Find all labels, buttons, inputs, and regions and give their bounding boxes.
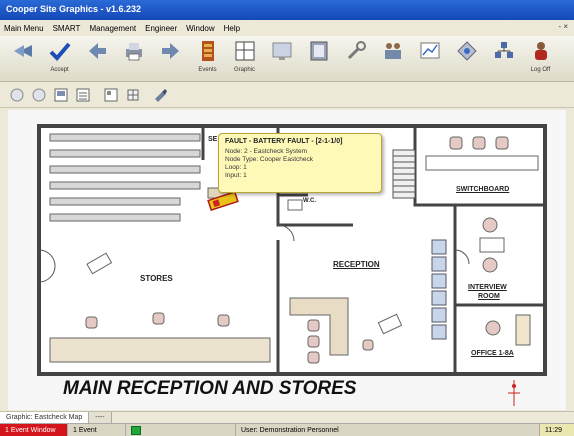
graphic-button[interactable]: Graphic — [226, 36, 263, 80]
status-blank — [146, 423, 236, 436]
chart-button[interactable] — [411, 36, 448, 80]
people-icon — [384, 43, 401, 59]
menu-management[interactable]: Management — [89, 24, 136, 33]
menu-engineer[interactable]: Engineer — [145, 24, 177, 33]
window-controls[interactable]: - × — [558, 22, 568, 31]
room-label-partial: SE — [208, 136, 218, 143]
tooltip-line: Node: 2 - Eastcheck System — [225, 148, 308, 155]
back-button[interactable] — [4, 36, 41, 80]
grid-button[interactable] — [124, 86, 142, 104]
chart-icon — [420, 42, 439, 59]
events-label: Events — [198, 67, 217, 73]
room-label-wc: W.C. — [303, 198, 316, 204]
graphic-icon — [235, 41, 254, 61]
view-button[interactable] — [52, 86, 70, 104]
grid-icon — [127, 89, 139, 100]
zoom-in-button[interactable] — [30, 86, 48, 104]
tooltip-line: Input: 1 — [225, 172, 247, 179]
graphics-toolbar — [0, 82, 574, 108]
users-button[interactable] — [485, 36, 522, 80]
panel-button[interactable] — [300, 36, 337, 80]
stairs — [392, 149, 416, 199]
room-label-switchboard: SWITCHBOARD — [456, 186, 510, 193]
title-bar: Cooper Site Graphics - v1.6.232 — [0, 0, 574, 20]
monitor-button[interactable] — [263, 36, 300, 80]
checkmark-icon — [49, 42, 71, 61]
print-button[interactable] — [115, 36, 152, 80]
user-status: User: Demonstration Personnel — [236, 423, 540, 436]
events-button[interactable]: Events — [189, 36, 226, 80]
store-counter — [49, 337, 271, 363]
tooltip-line: Loop: 1 — [225, 164, 247, 171]
network-button[interactable] — [448, 36, 485, 80]
logoff-button[interactable]: Log Off — [522, 36, 559, 80]
map-icon — [104, 88, 118, 101]
graphic-label: Graphic — [233, 67, 255, 73]
tool-icon — [155, 88, 167, 102]
layers-icon — [76, 88, 90, 101]
fault-tooltip: FAULT - BATTERY FAULT - [2-1-1/0] Node: … — [218, 133, 382, 193]
status-bar: 1 Event Window 1 Event User: Demonstrati… — [0, 423, 574, 436]
map-button[interactable] — [102, 86, 120, 104]
app-window: Cooper Site Graphics - v1.6.232 Main Men… — [0, 0, 574, 436]
tab-eastcheck-map[interactable]: Graphic: Eastcheck Map — [0, 412, 90, 423]
logoff-icon — [534, 42, 547, 60]
main-toolbar: Accept Events Graphic Log Off — [0, 36, 574, 82]
menu-smart[interactable]: SMART — [53, 24, 81, 33]
view-icon — [54, 88, 68, 101]
graphic-tabs: Graphic: Eastcheck Map ---- — [0, 411, 574, 423]
zoom-in-icon — [32, 88, 46, 101]
menu-help[interactable]: Help — [224, 24, 240, 33]
wc-fixture — [287, 199, 303, 211]
tools-button[interactable] — [337, 36, 374, 80]
prev-button[interactable] — [78, 36, 115, 80]
events-icon — [201, 41, 214, 61]
tab-placeholder[interactable]: ---- — [89, 412, 112, 423]
next-button[interactable] — [152, 36, 189, 80]
print-icon — [125, 43, 142, 61]
tooltip-line: Node Type: Cooper Eastcheck — [225, 156, 314, 163]
monitor-icon — [272, 42, 291, 60]
arrow-left-icon — [88, 43, 106, 59]
room-label-interview-room: ROOM — [478, 293, 500, 300]
room-label-stores: STORES — [140, 274, 173, 283]
clock: 11:29 — [540, 423, 574, 436]
alarm-status[interactable]: 1 Event Window — [0, 423, 68, 436]
accept-button[interactable]: Accept — [41, 36, 78, 80]
menu-window[interactable]: Window — [186, 24, 214, 33]
room-label-interview: INTERVIEW — [468, 284, 507, 291]
back-arrow-icon — [13, 45, 32, 57]
users-icon — [494, 42, 513, 58]
logoff-label: Log Off — [530, 67, 551, 73]
menu-bar: Main Menu SMART Management Engineer Wind… — [0, 20, 574, 36]
compass-icon — [508, 380, 520, 406]
network-icon — [456, 41, 477, 61]
tools-icon — [347, 41, 366, 60]
floorplan-title: MAIN RECEPTION AND STORES — [63, 378, 357, 399]
zoom-out-button[interactable] — [8, 86, 26, 104]
status-indicator-icon — [131, 425, 141, 435]
event-count: 1 Event — [68, 423, 126, 436]
tooltip-title: FAULT - BATTERY FAULT - [2-1-1/0] — [225, 138, 343, 145]
people-button[interactable] — [374, 36, 411, 80]
room-label-office: OFFICE 1-8A — [471, 350, 514, 357]
tool-button[interactable] — [152, 86, 170, 104]
panel-icon — [310, 41, 327, 61]
accept-label: Accept — [50, 67, 69, 73]
layers-button[interactable] — [74, 86, 92, 104]
room-label-reception: RECEPTION — [333, 260, 380, 269]
window-title: Cooper Site Graphics - v1.6.232 — [6, 4, 142, 14]
zoom-out-icon — [10, 88, 24, 101]
menu-main-menu[interactable]: Main Menu — [4, 24, 44, 33]
arrow-right-icon — [161, 43, 179, 59]
